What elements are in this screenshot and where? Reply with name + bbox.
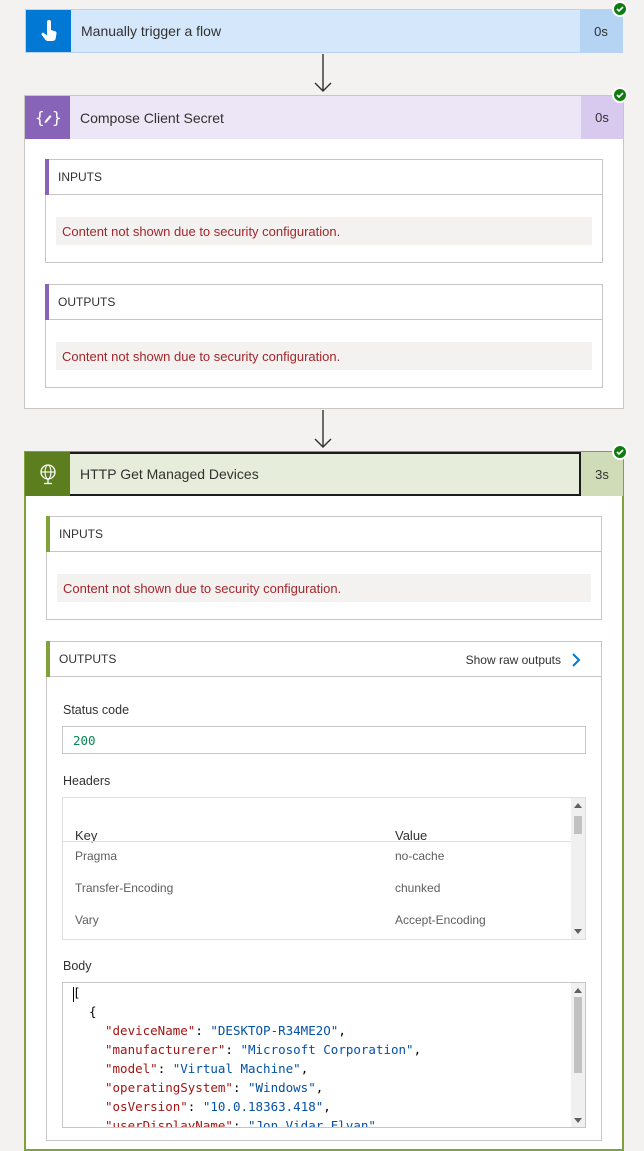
header-value: chunked	[395, 881, 441, 895]
json-line: "operatingSystem": "Windows",	[105, 1080, 324, 1095]
show-raw-outputs-label: Show raw outputs	[465, 652, 561, 667]
status-code-value: 200	[73, 733, 96, 748]
http-inputs-section: INPUTS Content not shown due to security…	[46, 516, 602, 620]
http-title: HTTP Get Managed Devices	[70, 452, 581, 496]
status-code-field[interactable]: 200	[62, 726, 586, 754]
trigger-title: Manually trigger a flow	[81, 23, 222, 39]
http-inputs-label: INPUTS	[59, 527, 104, 541]
header-key: Vary	[75, 913, 99, 927]
json-line: "model": "Virtual Machine",	[105, 1061, 309, 1076]
compose-title: Compose Client Secret	[80, 109, 224, 126]
compose-inputs-section: INPUTS Content not shown due to security…	[45, 159, 603, 263]
compose-outputs-section: OUTPUTS Content not shown due to securit…	[45, 284, 603, 388]
compose-outputs-security-message: Content not shown due to security config…	[56, 342, 592, 370]
trigger-card[interactable]: Manually trigger a flow 0s	[25, 9, 623, 53]
json-line: "manufacturerer": "Microsoft Corporation…	[105, 1042, 422, 1057]
globe-icon	[25, 452, 70, 496]
http-outputs-label: OUTPUTS	[59, 652, 117, 666]
headers-scrollbar[interactable]	[571, 798, 585, 939]
arrow-down-icon	[314, 54, 332, 92]
header-value: no-cache	[395, 849, 445, 863]
compose-braces-icon: { }	[25, 96, 70, 139]
chevron-right-icon	[572, 652, 581, 667]
http-header[interactable]: HTTP Get Managed Devices 3s	[25, 452, 623, 496]
compose-inputs-security-message: Content not shown due to security config…	[56, 217, 592, 245]
compose-inputs-label: INPUTS	[58, 170, 103, 184]
show-raw-outputs-link[interactable]: Show raw outputs	[466, 642, 583, 677]
body-label: Body	[63, 959, 92, 973]
compose-outputs-label: OUTPUTS	[58, 295, 116, 309]
status-code-label: Status code	[63, 703, 130, 717]
compose-header[interactable]: { } Compose Client Secret 0s	[25, 96, 623, 139]
trigger-duration: 0s	[580, 10, 622, 52]
success-check-icon	[612, 444, 628, 460]
arrow-down-icon	[314, 410, 332, 448]
headers-table[interactable]: Key Value Pragma no-cache Transfer-Encod…	[62, 797, 586, 940]
json-line: "deviceName": "DESKTOP-R34ME2O",	[105, 1023, 346, 1038]
success-check-icon	[612, 87, 628, 103]
svg-text:}: }	[52, 108, 61, 127]
json-line: "osVersion": "10.0.18363.418",	[105, 1099, 331, 1114]
json-open-brace: {	[89, 1004, 97, 1019]
http-outputs-section: OUTPUTS Show raw outputs Status code 200…	[46, 641, 602, 1141]
hand-touch-icon	[26, 10, 71, 52]
json-line: "userDisplayName": "Jon Vidar Elvan",	[105, 1118, 384, 1128]
headers-label: Headers	[63, 774, 111, 788]
header-value: Accept-Encoding	[395, 913, 486, 927]
body-scrollbar[interactable]	[571, 983, 585, 1127]
header-key: Pragma	[75, 849, 118, 863]
header-key: Transfer-Encoding	[75, 881, 174, 895]
http-inputs-security-message: Content not shown due to security config…	[57, 574, 591, 602]
body-json-viewer[interactable]: [ { "deviceName": "DESKTOP-R34ME2O", "ma…	[62, 982, 586, 1128]
json-open-bracket: [	[73, 985, 81, 1000]
success-check-icon	[612, 1, 628, 17]
svg-text:{: {	[35, 108, 45, 127]
